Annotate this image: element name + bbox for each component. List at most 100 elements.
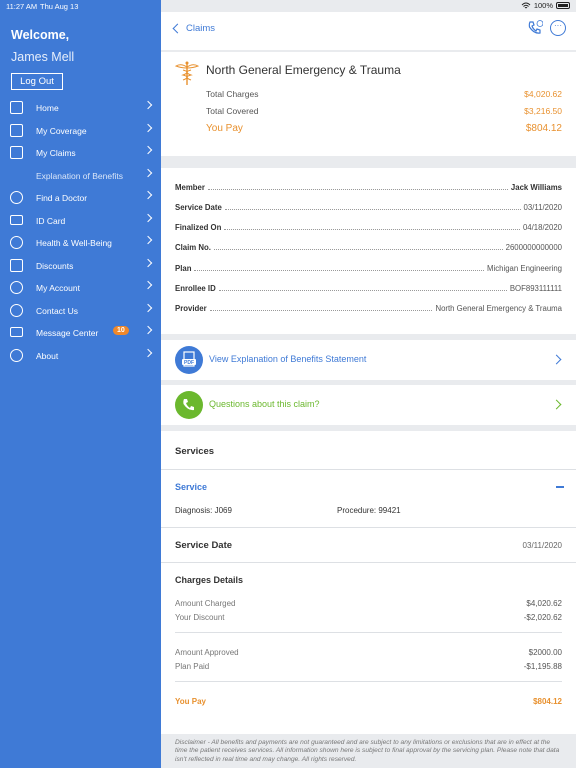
plan-paid-row: Plan Paid -$1,195.88 bbox=[175, 662, 562, 671]
chevron-right-icon bbox=[143, 280, 153, 290]
sidebar-item-label: About bbox=[36, 350, 59, 361]
amount-charged-row: Amount Charged $4,020.62 bbox=[175, 599, 562, 608]
sidebar-item-discounts[interactable]: Discounts bbox=[0, 254, 161, 277]
sidebar-item-contact-us[interactable]: Contact Us bbox=[0, 299, 161, 322]
shield-icon bbox=[10, 123, 23, 137]
logout-button[interactable]: Log Out bbox=[11, 73, 63, 90]
heart-icon bbox=[10, 236, 23, 249]
detail-value: Jack Williams bbox=[510, 182, 562, 192]
service-accordion-toggle[interactable]: Service bbox=[175, 482, 207, 492]
status-time: 11:27 AM bbox=[6, 2, 38, 11]
sidebar-item-id-card[interactable]: ID Card bbox=[0, 209, 161, 232]
battery-icon bbox=[556, 2, 570, 9]
view-eob-label: View Explanation of Benefits Statement bbox=[209, 354, 367, 364]
phone-icon bbox=[175, 391, 203, 419]
chevron-right-icon bbox=[551, 399, 562, 410]
sidebar-nav: Home My Coverage My Claims Explanation o… bbox=[0, 96, 161, 366]
back-label: Claims bbox=[186, 23, 216, 34]
detail-row-service-date: Service Date 03/11/2020 bbox=[175, 201, 562, 213]
chevron-right-icon bbox=[143, 325, 153, 335]
user-name: James Mell bbox=[11, 50, 75, 64]
detail-label: Claim No. bbox=[175, 242, 211, 252]
dotted-leader bbox=[213, 244, 503, 250]
sidebar-item-explanation-of-benefits[interactable]: Explanation of Benefits bbox=[0, 164, 161, 187]
total-covered-row: Total Covered $3,216.50 bbox=[206, 106, 562, 116]
claim-summary-card: North General Emergency & Trauma Total C… bbox=[161, 52, 576, 156]
questions-label: Questions about this claim? bbox=[209, 399, 320, 409]
claim-questions-button[interactable]: Questions about this claim? bbox=[161, 385, 576, 425]
status-date: Thu Aug 13 bbox=[40, 2, 79, 11]
total-covered-label: Total Covered bbox=[206, 106, 259, 116]
discount-label: Your Discount bbox=[175, 613, 225, 622]
you-pay-row: You Pay $804.12 bbox=[206, 123, 562, 134]
doctor-icon bbox=[10, 191, 23, 204]
chevron-right-icon bbox=[143, 145, 153, 155]
sidebar-item-health-well-being[interactable]: Health & Well-Being bbox=[0, 231, 161, 254]
total-charges-value: $4,020.62 bbox=[524, 89, 562, 99]
mail-icon bbox=[10, 327, 23, 337]
sidebar-item-label: Home bbox=[36, 103, 59, 113]
phone-icon[interactable] bbox=[527, 20, 543, 36]
detail-value: North General Emergency & Trauma bbox=[435, 303, 562, 313]
dotted-leader bbox=[224, 204, 521, 210]
detail-label: Enrollee ID bbox=[175, 283, 216, 293]
pdf-badge-text: PDF bbox=[184, 360, 194, 366]
info-icon bbox=[10, 348, 23, 362]
detail-label: Service Date bbox=[175, 202, 222, 212]
chevron-right-icon bbox=[143, 303, 153, 312]
sidebar-item-label: My Claims bbox=[36, 148, 76, 158]
service-you-pay-value: $804.12 bbox=[533, 697, 562, 706]
amount-approved-label: Amount Approved bbox=[175, 648, 239, 657]
chevron-right-icon bbox=[143, 168, 153, 177]
status-bar: 11:27 AM Thu Aug 13 100% bbox=[0, 0, 576, 12]
charges-details-title: Charges Details bbox=[175, 575, 244, 585]
detail-row-claim-no: Claim No. 2600000000000 bbox=[175, 241, 562, 253]
pdf-icon: PDF bbox=[175, 346, 203, 374]
diagnosis-code: Diagnosis: J069 bbox=[175, 506, 232, 515]
service-date-label: Service Date bbox=[175, 540, 233, 551]
home-icon bbox=[10, 101, 23, 114]
sidebar-item-label: Explanation of Benefits bbox=[36, 170, 123, 181]
total-covered-value: $3,216.50 bbox=[524, 106, 562, 116]
dotted-leader bbox=[209, 305, 433, 311]
sidebar-item-label: Contact Us bbox=[36, 305, 79, 316]
sidebar-item-my-claims[interactable]: My Claims bbox=[0, 141, 161, 164]
amount-approved-value: $2000.00 bbox=[528, 648, 562, 657]
sidebar-item-label: Discounts bbox=[36, 260, 74, 271]
divider bbox=[175, 632, 562, 633]
amount-approved-row: Amount Approved $2000.00 bbox=[175, 648, 562, 657]
back-button[interactable]: Claims bbox=[172, 23, 216, 34]
service-you-pay-row: You Pay $804.12 bbox=[175, 697, 562, 706]
services-heading: Services bbox=[175, 446, 215, 457]
chevron-right-icon bbox=[143, 258, 153, 267]
chat-icon[interactable]: ··· bbox=[550, 20, 566, 36]
top-bar: Claims ··· bbox=[161, 12, 576, 50]
sidebar-item-message-center[interactable]: Message Center 10 bbox=[0, 321, 161, 344]
sidebar-item-my-coverage[interactable]: My Coverage bbox=[0, 119, 161, 142]
detail-value: BOF893111111 bbox=[509, 283, 562, 293]
receipt-edge bbox=[161, 148, 576, 155]
divider bbox=[161, 469, 576, 470]
detail-label: Provider bbox=[175, 303, 207, 313]
sidebar-item-my-account[interactable]: My Account bbox=[0, 276, 161, 299]
detail-row-finalized-on: Finalized On 04/18/2020 bbox=[175, 221, 562, 233]
view-eob-button[interactable]: PDF View Explanation of Benefits Stateme… bbox=[161, 340, 576, 380]
dotted-leader bbox=[207, 184, 508, 190]
discount-row: Your Discount -$2,020.62 bbox=[175, 613, 562, 622]
dotted-leader bbox=[218, 285, 507, 291]
sidebar-item-home[interactable]: Home bbox=[0, 96, 161, 119]
collapse-icon[interactable] bbox=[556, 486, 564, 488]
chevron-right-icon bbox=[143, 235, 153, 245]
procedure-code: Procedure: 99421 bbox=[337, 506, 401, 515]
chevron-left-icon bbox=[172, 23, 183, 34]
main-content: Claims ··· North General Emergency & Tra… bbox=[161, 0, 576, 768]
amount-charged-value: $4,020.62 bbox=[526, 599, 562, 608]
sidebar-item-about[interactable]: About bbox=[0, 344, 161, 367]
chevron-right-icon bbox=[551, 354, 562, 365]
dotted-leader bbox=[224, 224, 520, 230]
sidebar-item-find-a-doctor[interactable]: Find a Doctor bbox=[0, 186, 161, 209]
detail-label: Member bbox=[175, 182, 205, 192]
divider bbox=[161, 527, 576, 528]
services-section: Services Service Diagnosis: J069 Procedu… bbox=[161, 431, 576, 734]
chevron-right-icon bbox=[143, 213, 153, 222]
